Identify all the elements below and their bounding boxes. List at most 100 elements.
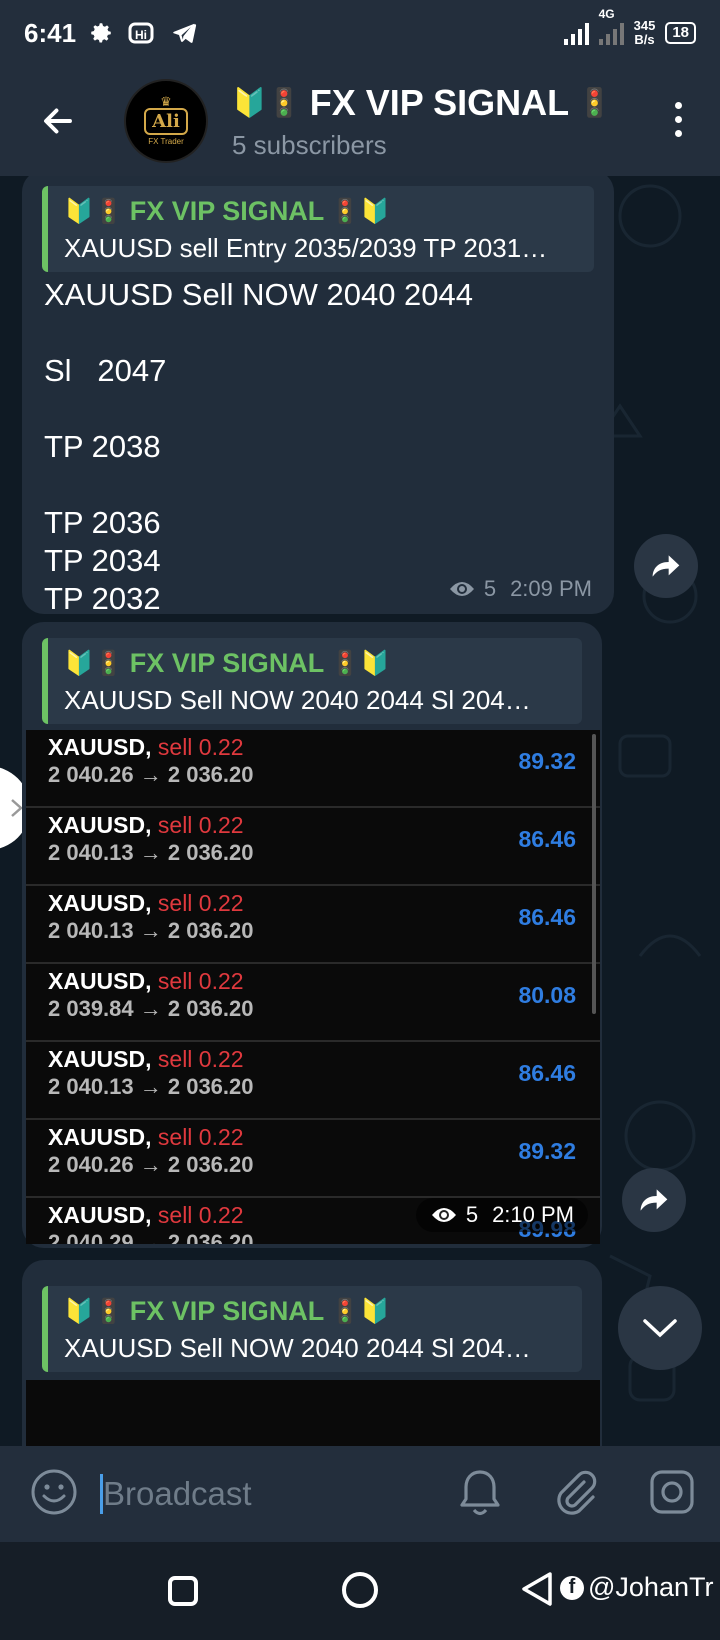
trade-screenshot[interactable] bbox=[26, 1380, 600, 1446]
compose-bar: Broadcast bbox=[0, 1446, 720, 1542]
network-speed-value: 345 bbox=[633, 18, 656, 33]
reply-preview[interactable]: 🔰🚦 FX VIP SIGNAL 🚦🔰 XAUUSD Sell NOW 2040… bbox=[42, 1286, 582, 1372]
reply-text: XAUUSD Sell NOW 2040 2044 Sl 204… bbox=[64, 1333, 531, 1363]
reply-author-name: FX VIP SIGNAL bbox=[129, 196, 325, 226]
reply-suffix-emoji: 🚦🔰 bbox=[330, 1297, 391, 1325]
watermark-text: @JohanTr bbox=[588, 1572, 714, 1602]
telegram-icon bbox=[173, 23, 197, 43]
system-back-button[interactable] bbox=[520, 1570, 554, 1613]
eye-icon bbox=[449, 582, 474, 596]
trade-profit: 86.46 bbox=[518, 826, 576, 852]
status-right-group: 4G 345 B/s 18 bbox=[563, 7, 696, 47]
image-scrollbar bbox=[592, 734, 596, 1014]
view-count: 5 bbox=[483, 576, 497, 601]
channel-title: 🔰🚦 FX VIP SIGNAL 🚦 bbox=[232, 82, 612, 124]
symbol-name: XAUUSD, bbox=[48, 1124, 152, 1150]
trade-profit: 86.46 bbox=[518, 904, 576, 930]
dot-icon bbox=[675, 130, 682, 137]
reply-prefix-emoji: 🔰🚦 bbox=[64, 1297, 124, 1325]
message-input[interactable]: Broadcast bbox=[100, 1474, 252, 1514]
facebook-icon: f bbox=[560, 1575, 584, 1600]
view-count: 5 bbox=[465, 1202, 479, 1227]
symbol-name: XAUUSD, bbox=[48, 1202, 152, 1228]
symbol-name: XAUUSD, bbox=[48, 890, 152, 916]
trade-row: XAUUSD, sell 0.22 2 040.13 → 2 036.20 86… bbox=[26, 886, 600, 964]
trade-profit: 89.32 bbox=[518, 748, 576, 774]
forward-button[interactable] bbox=[622, 1168, 686, 1232]
hd-voice-icon: Hi bbox=[128, 22, 154, 44]
reply-suffix-emoji: 🚦🔰 bbox=[330, 197, 391, 225]
title-prefix-emoji: 🔰🚦 bbox=[232, 86, 302, 118]
message-input-placeholder: Broadcast bbox=[103, 1475, 252, 1512]
bell-icon bbox=[460, 1470, 500, 1516]
avatar-logo-text: Ali bbox=[144, 108, 188, 135]
network-speed-unit: B/s bbox=[634, 32, 655, 47]
message-time: 2:09 PM bbox=[510, 576, 592, 601]
chat-area[interactable]: 🔰🚦 FX VIP SIGNAL 🚦🔰 XAUUSD sell Entry 20… bbox=[0, 176, 720, 1446]
net-type-label: 4G bbox=[598, 7, 615, 21]
trade-side: sell 0.22 bbox=[157, 968, 244, 994]
trade-side: sell 0.22 bbox=[157, 812, 244, 838]
trade-prices: 2 040.29 → 2 036.20 bbox=[48, 1230, 254, 1244]
watermark: f @JohanTr bbox=[560, 1572, 713, 1603]
dot-icon bbox=[675, 102, 682, 109]
more-menu-button[interactable] bbox=[675, 102, 682, 137]
battery-icon: 18 bbox=[665, 22, 696, 44]
reply-suffix-emoji: 🚦🔰 bbox=[330, 649, 391, 677]
symbol-name: XAUUSD, bbox=[48, 734, 152, 760]
emoji-button[interactable] bbox=[30, 1468, 78, 1521]
trade-symbol: XAUUSD, sell 0.22 bbox=[48, 890, 244, 917]
message-bubble[interactable]: 🔰🚦 FX VIP SIGNAL 🚦🔰 XAUUSD sell Entry 20… bbox=[22, 176, 614, 616]
message-text: XAUUSD Sell NOW 2040 2044 Sl 2047 TP 203… bbox=[44, 277, 474, 616]
trade-profit: 89.32 bbox=[518, 1138, 576, 1164]
attach-button[interactable] bbox=[552, 1468, 598, 1523]
trade-profit: 80.08 bbox=[518, 982, 576, 1008]
reply-author: 🔰🚦 FX VIP SIGNAL 🚦🔰 bbox=[64, 648, 566, 679]
trade-symbol: XAUUSD, sell 0.22 bbox=[48, 1124, 244, 1151]
trade-symbol: XAUUSD, sell 0.22 bbox=[48, 1202, 244, 1229]
reply-author-name: FX VIP SIGNAL bbox=[129, 1296, 325, 1326]
message-meta: 5 2:10 PM bbox=[415, 1198, 588, 1232]
triangle-back-icon bbox=[522, 1572, 552, 1606]
scroll-down-button[interactable] bbox=[618, 1286, 702, 1370]
symbol-name: XAUUSD, bbox=[48, 812, 152, 838]
silent-broadcast-button[interactable] bbox=[458, 1468, 502, 1523]
dot-icon bbox=[675, 116, 682, 123]
chevron-down-icon bbox=[643, 1319, 677, 1338]
channel-info[interactable]: 🔰🚦 FX VIP SIGNAL 🚦 5 subscribers bbox=[232, 82, 612, 161]
trade-prices: 2 040.13 → 2 036.20 bbox=[48, 918, 254, 943]
network-speed: 345 B/s bbox=[634, 19, 656, 47]
trade-side: sell 0.22 bbox=[157, 1124, 244, 1150]
share-arrow-icon bbox=[640, 1189, 668, 1211]
symbol-name: XAUUSD, bbox=[48, 968, 152, 994]
trade-screenshot[interactable]: XAUUSD, sell 0.22 2 040.26 → 2 036.20 89… bbox=[26, 730, 600, 1244]
reply-text: XAUUSD Sell NOW 2040 2044 Sl 204… bbox=[64, 685, 531, 715]
trade-row: XAUUSD, sell 0.22 2 040.13 → 2 036.20 86… bbox=[26, 1042, 600, 1120]
home-button[interactable] bbox=[342, 1572, 378, 1608]
reply-preview[interactable]: 🔰🚦 FX VIP SIGNAL 🚦🔰 XAUUSD Sell NOW 2040… bbox=[42, 638, 582, 724]
message-bubble[interactable]: 🔰🚦 FX VIP SIGNAL 🚦🔰 XAUUSD Sell NOW 2040… bbox=[22, 1260, 602, 1446]
recent-apps-button[interactable] bbox=[168, 1576, 198, 1606]
chat-header: ♛ Ali FX Trader 🔰🚦 FX VIP SIGNAL 🚦 5 sub… bbox=[0, 66, 720, 176]
trade-profit: 86.46 bbox=[518, 1060, 576, 1086]
camera-button[interactable] bbox=[648, 1468, 696, 1521]
channel-avatar[interactable]: ♛ Ali FX Trader bbox=[124, 79, 208, 163]
gear-icon bbox=[91, 23, 111, 43]
reply-author-name: FX VIP SIGNAL bbox=[129, 648, 325, 678]
channel-title-text: FX VIP SIGNAL bbox=[309, 81, 570, 123]
forward-button[interactable] bbox=[634, 534, 698, 598]
reply-preview[interactable]: 🔰🚦 FX VIP SIGNAL 🚦🔰 XAUUSD sell Entry 20… bbox=[42, 186, 594, 272]
trade-prices: 2 040.13 → 2 036.20 bbox=[48, 840, 254, 865]
trade-side: sell 0.22 bbox=[157, 890, 244, 916]
trade-row: XAUUSD, sell 0.22 2 039.84 → 2 036.20 80… bbox=[26, 964, 600, 1042]
message-bubble[interactable]: 🔰🚦 FX VIP SIGNAL 🚦🔰 XAUUSD Sell NOW 2040… bbox=[22, 622, 602, 1248]
reply-author: 🔰🚦 FX VIP SIGNAL 🚦🔰 bbox=[64, 1296, 566, 1327]
eye-icon bbox=[431, 1208, 456, 1222]
message-time: 2:10 PM bbox=[492, 1202, 574, 1227]
back-button[interactable] bbox=[32, 95, 84, 147]
smiley-icon bbox=[31, 1469, 77, 1514]
battery-level: 18 bbox=[672, 24, 689, 41]
reply-author: 🔰🚦 FX VIP SIGNAL 🚦🔰 bbox=[64, 196, 578, 227]
trade-prices: 2 040.26 → 2 036.20 bbox=[48, 1152, 254, 1177]
crown-icon: ♛ bbox=[160, 94, 172, 109]
